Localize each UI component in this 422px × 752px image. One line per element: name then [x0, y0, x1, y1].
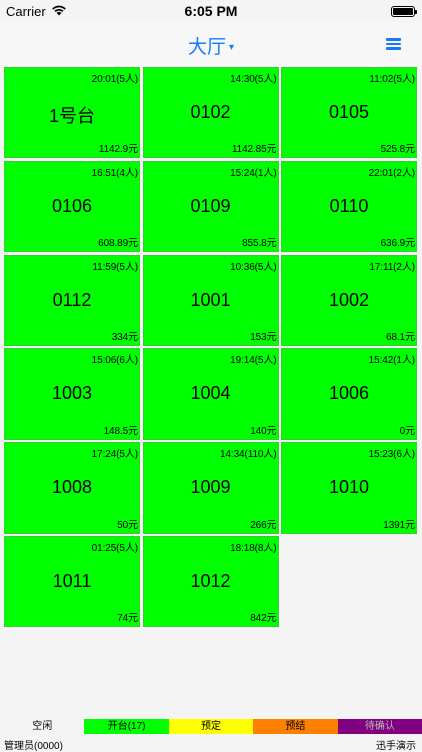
table-amount: 855.8元: [242, 238, 277, 250]
table-name: 1号台: [48, 106, 95, 126]
table-card[interactable]: 19:14(5人) 1004 140元: [142, 348, 279, 440]
table-amount: 50元: [117, 519, 138, 531]
table-card[interactable]: 16:51(4人) 0106 608.89元: [4, 160, 140, 253]
table-amount: 636.9元: [380, 238, 416, 250]
table-amount: 608.89元: [98, 238, 138, 250]
table-amount: 153元: [250, 331, 277, 343]
area-title: 大厅: [187, 37, 226, 58]
table-name: 0105: [328, 102, 370, 122]
table-amount: 74元: [117, 613, 138, 625]
table-open-time: 15:42(1人): [368, 355, 415, 367]
table-name: 0102: [190, 102, 231, 122]
table-name: 1003: [51, 383, 93, 404]
table-grid: 20:01(5人) 1号台 1142.9元 14:30(5人) 0102 1142.85元…: [4, 67, 420, 628]
table-open-time: 14:34(110人): [219, 449, 277, 461]
table-card[interactable]: 11:59(5人) 0112 334元: [4, 254, 140, 346]
table-card[interactable]: 18:18(8人) 1012 842元: [142, 535, 279, 628]
battery-icon: [391, 6, 417, 17]
dropdown-caret-icon: ▾: [228, 42, 235, 54]
table-card[interactable]: 15:24(1人) 0109 855.8元: [142, 160, 279, 253]
table-name: 1010: [328, 477, 370, 498]
table-open-time: 01:25(5人): [91, 542, 138, 554]
table-name: 0109: [190, 195, 231, 216]
table-open-time: 11:02(5人): [369, 74, 415, 85]
table-amount: 1142.9元: [98, 144, 138, 156]
table-amount: 1391元: [383, 519, 415, 531]
table-open-time: 15:23(6人): [368, 449, 415, 461]
table-open-time: 10:36(5人): [230, 261, 277, 273]
table-open-time: 11:59(5人): [92, 261, 138, 273]
table-card[interactable]: 14:30(5人) 0102 1142.85元: [142, 67, 279, 159]
table-name: 1011: [52, 570, 92, 591]
table-open-time: 20:01(5人): [91, 74, 138, 85]
table-card[interactable]: 17:24(5人) 1008 50元: [4, 442, 140, 534]
table-amount: 334元: [111, 331, 138, 343]
area-selector[interactable]: 大厅 ▾: [0, 32, 422, 59]
table-name: 1001: [190, 289, 231, 310]
nav-bar: 大厅 ▾: [0, 22, 422, 66]
table-open-time: 16:51(4人): [91, 167, 138, 179]
table-card[interactable]: 20:01(5人) 1号台 1142.9元: [4, 67, 140, 159]
table-card[interactable]: 15:06(6人) 1003 148.5元: [4, 348, 140, 440]
table-name: 1012: [190, 570, 231, 591]
footer: 管理员(0000) 迅手演示: [0, 735, 422, 752]
table-name: 0106: [51, 195, 93, 216]
table-card[interactable]: 11:02(5人) 0105 525.8元: [281, 67, 417, 159]
hamburger-menu-icon[interactable]: [386, 38, 401, 50]
table-card[interactable]: 15:42(1人) 1006 0元: [281, 348, 417, 440]
table-name: 0112: [52, 289, 92, 310]
table-amount: 140元: [250, 425, 277, 437]
table-card[interactable]: 15:23(6人) 1010 1391元: [281, 442, 417, 534]
table-amount: 266元: [250, 519, 277, 531]
table-amount: 148.5元: [103, 425, 139, 437]
legend-open[interactable]: 开台(17): [84, 719, 169, 734]
status-bar: Carrier 6:05 PM: [0, 0, 422, 22]
table-open-time: 15:24(1人): [230, 167, 277, 179]
table-card[interactable]: 01:25(5人) 1011 74元: [4, 535, 140, 628]
status-legend: 空闲 开台(17) 预定 预结 待确认: [0, 719, 422, 734]
legend-reserved[interactable]: 预定: [168, 719, 254, 734]
table-open-time: 14:30(5人): [230, 74, 277, 85]
table-amount: 1142.85元: [231, 144, 277, 156]
table-amount: 0元: [399, 425, 415, 437]
legend-prebill[interactable]: 预结: [253, 719, 338, 734]
table-open-time: 17:24(5人): [91, 449, 138, 461]
table-name: 0110: [329, 195, 369, 216]
table-amount: 525.8元: [380, 144, 416, 156]
table-amount: 842元: [250, 613, 277, 625]
table-card[interactable]: 10:36(5人) 1001 153元: [142, 254, 279, 346]
table-open-time: 17:11(2人): [369, 261, 415, 273]
table-card[interactable]: 14:34(110人) 1009 266元: [142, 442, 279, 534]
legend-pending[interactable]: 待确认: [337, 719, 422, 734]
table-open-time: 15:06(6人): [91, 355, 138, 367]
table-open-time: 18:18(8人): [230, 542, 277, 554]
table-open-time: 19:14(5人): [230, 355, 277, 367]
legend-idle[interactable]: 空闲: [0, 719, 85, 734]
table-name: 1008: [51, 477, 93, 498]
table-name: 1009: [190, 477, 231, 498]
table-open-time: 22:01(2人): [368, 167, 415, 179]
clock: 6:05 PM: [184, 3, 238, 19]
table-card[interactable]: 22:01(2人) 0110 636.9元: [281, 160, 417, 253]
table-card[interactable]: 17:11(2人) 1002 68.1元: [281, 254, 417, 346]
table-name: 1004: [190, 383, 231, 404]
table-name: 1002: [328, 289, 370, 310]
table-amount: 68.1元: [386, 331, 415, 343]
table-name: 1006: [328, 383, 370, 404]
